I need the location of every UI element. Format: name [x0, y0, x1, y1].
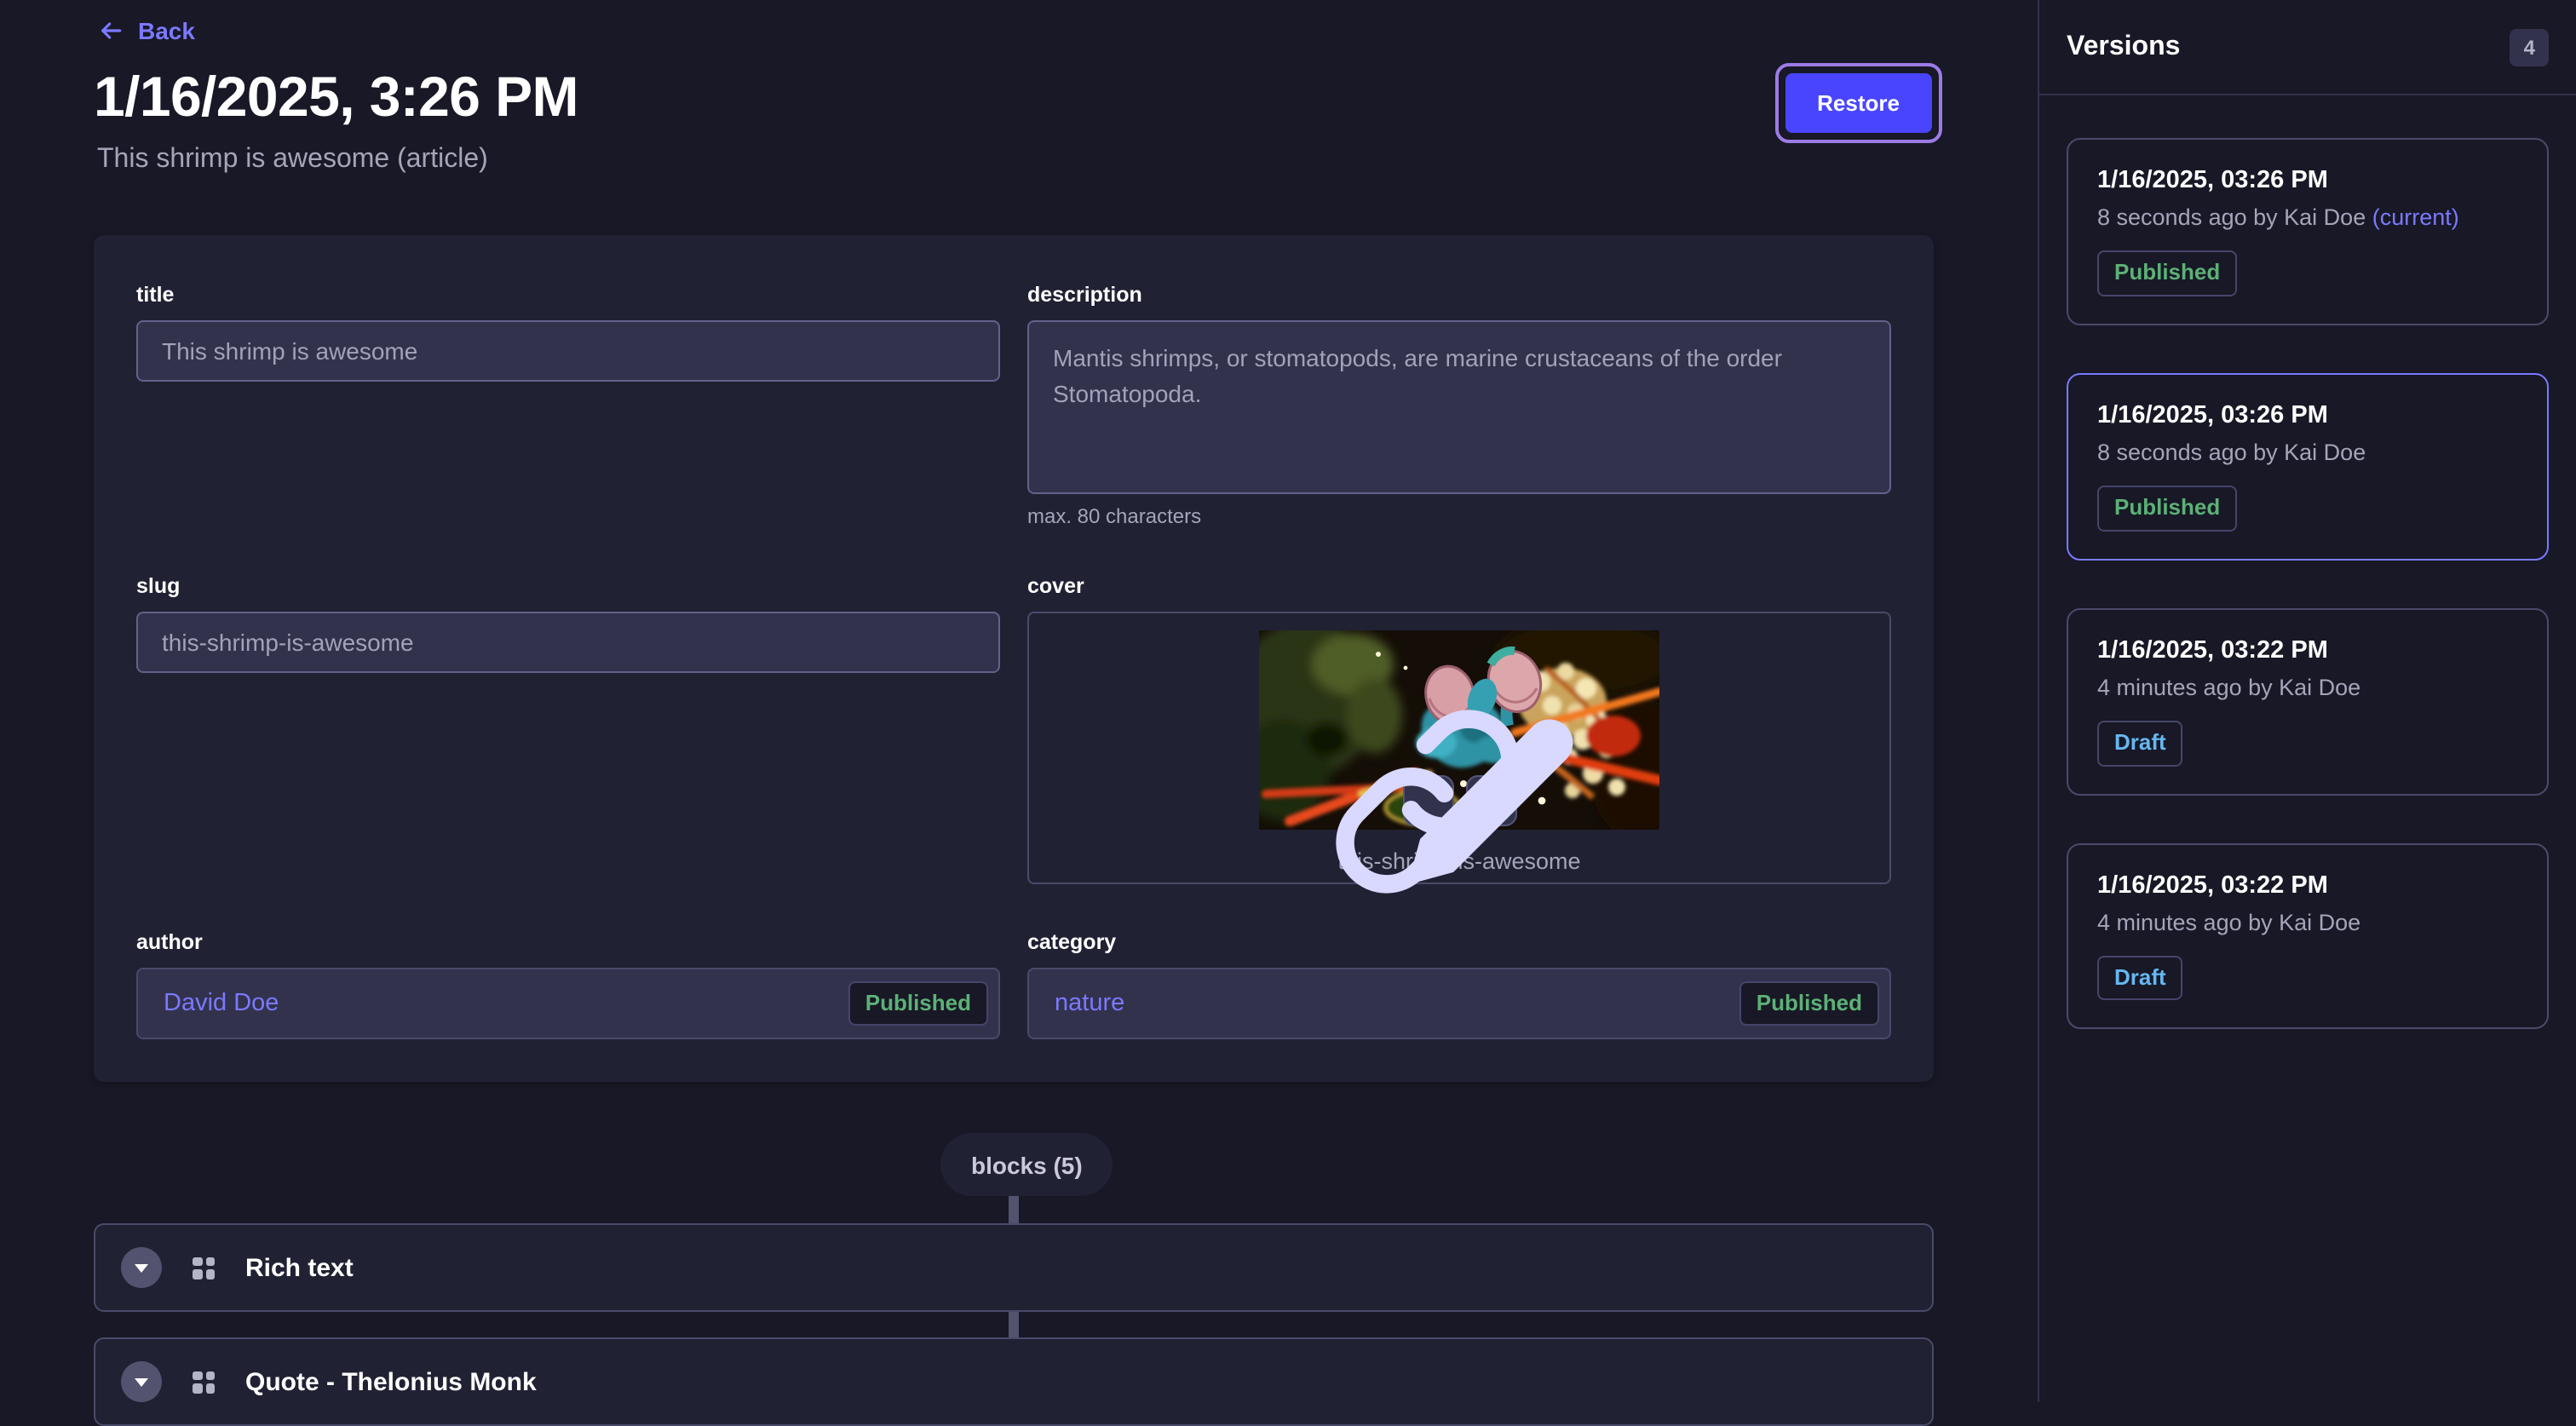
- restore-button-focus-ring: Restore: [1774, 63, 1942, 143]
- title-field: title: [136, 283, 1000, 528]
- component-grid-icon: [193, 1371, 215, 1393]
- block-label: Rich text: [245, 1253, 354, 1282]
- title-field-label: title: [136, 283, 1000, 307]
- chevron-down-icon: [135, 1377, 148, 1386]
- version-history-page: Back 1/16/2025, 3:26 PM This shrimp is a…: [0, 0, 2576, 1402]
- versions-header: Versions 4: [2039, 0, 2576, 95]
- category-status-badge: Published: [1739, 980, 1879, 1026]
- version-meta: 4 minutes ago by Kai Doe: [2097, 909, 2518, 934]
- back-link[interactable]: Back: [97, 17, 195, 44]
- cover-media-box: this-shrimp-is-awesome: [1027, 612, 1891, 884]
- version-date: 1/16/2025, 03:22 PM: [2097, 871, 2518, 899]
- block-accordion-rich-text[interactable]: Rich text: [94, 1223, 1934, 1312]
- block-connector-line: [1009, 1312, 1019, 1337]
- page-subtitle: This shrimp is awesome (article): [97, 145, 488, 175]
- version-date: 1/16/2025, 03:26 PM: [2097, 402, 2518, 429]
- version-meta: 8 seconds ago by Kai Doe (current): [2097, 204, 2518, 230]
- versions-title: Versions: [2067, 32, 2180, 62]
- restore-button[interactable]: Restore: [1785, 73, 1932, 133]
- page-title: 1/16/2025, 3:26 PM: [94, 65, 578, 129]
- block-accordion-quote[interactable]: Quote - Thelonius Monk: [94, 1337, 1934, 1426]
- description-field-label: description: [1027, 283, 1891, 307]
- entry-fields-card: title description Mantis shrimps, or sto…: [94, 235, 1934, 1082]
- description-hint: max. 80 characters: [1027, 504, 1891, 528]
- author-status-badge: Published: [848, 980, 988, 1026]
- version-meta: 8 seconds ago by Kai Doe: [2097, 440, 2518, 465]
- block-connector-line: [1009, 1196, 1019, 1223]
- category-field-label: category: [1027, 930, 1891, 954]
- cover-field: cover: [1027, 574, 1891, 884]
- cover-image: [1259, 630, 1659, 830]
- version-status-badge: Draft: [2097, 955, 2183, 1001]
- versions-list: 1/16/2025, 03:26 PM 8 seconds ago by Kai…: [2039, 95, 2576, 1057]
- collapse-toggle-button[interactable]: [121, 1247, 162, 1288]
- slug-input[interactable]: [136, 612, 1000, 673]
- chevron-down-icon: [135, 1263, 148, 1272]
- version-meta: 4 minutes ago by Kai Doe: [2097, 674, 2518, 699]
- main-content: Back 1/16/2025, 3:26 PM This shrimp is a…: [0, 0, 2038, 1402]
- slug-field: slug: [136, 574, 1000, 884]
- component-grid-icon: [193, 1256, 215, 1279]
- author-field: author David Doe Published: [136, 930, 1000, 1039]
- collapse-toggle-button[interactable]: [121, 1361, 162, 1402]
- versions-count-badge: 4: [2510, 28, 2549, 66]
- category-relation-link[interactable]: nature: [1055, 990, 1124, 1017]
- slug-field-label: slug: [136, 574, 1000, 598]
- category-field: category nature Published: [1027, 930, 1891, 1039]
- version-date: 1/16/2025, 03:22 PM: [2097, 636, 2518, 664]
- title-input[interactable]: [136, 320, 1000, 382]
- version-status-badge: Published: [2097, 486, 2237, 532]
- version-card-current[interactable]: 1/16/2025, 03:26 PM 8 seconds ago by Kai…: [2067, 138, 2549, 325]
- back-label: Back: [138, 17, 195, 44]
- description-textarea[interactable]: Mantis shrimps, or stomatopods, are mari…: [1027, 320, 1891, 494]
- author-relation-link[interactable]: David Doe: [164, 990, 279, 1017]
- cover-field-label: cover: [1027, 574, 1891, 598]
- version-status-badge: Published: [2097, 250, 2237, 296]
- arrow-left-icon: [97, 17, 124, 44]
- version-status-badge: Draft: [2097, 720, 2183, 766]
- pencil-icon: [1291, 701, 1691, 900]
- edit-cover-button[interactable]: [1465, 775, 1516, 826]
- blocks-count-pill: blocks (5): [940, 1133, 1113, 1196]
- category-relation-box: nature Published: [1027, 968, 1891, 1039]
- version-date: 1/16/2025, 03:26 PM: [2097, 167, 2518, 194]
- version-card-selected[interactable]: 1/16/2025, 03:26 PM 8 seconds ago by Kai…: [2067, 373, 2549, 561]
- description-field: description Mantis shrimps, or stomatopo…: [1027, 283, 1891, 528]
- author-relation-box: David Doe Published: [136, 968, 1000, 1039]
- block-label: Quote - Thelonius Monk: [245, 1367, 537, 1396]
- author-field-label: author: [136, 930, 1000, 954]
- version-card[interactable]: 1/16/2025, 03:22 PM 4 minutes ago by Kai…: [2067, 842, 2549, 1030]
- version-card[interactable]: 1/16/2025, 03:22 PM 4 minutes ago by Kai…: [2067, 607, 2549, 795]
- current-version-tag: (current): [2372, 204, 2459, 230]
- versions-sidebar: Versions 4 1/16/2025, 03:26 PM 8 seconds…: [2038, 0, 2576, 1402]
- cover-actions: [1402, 775, 1516, 826]
